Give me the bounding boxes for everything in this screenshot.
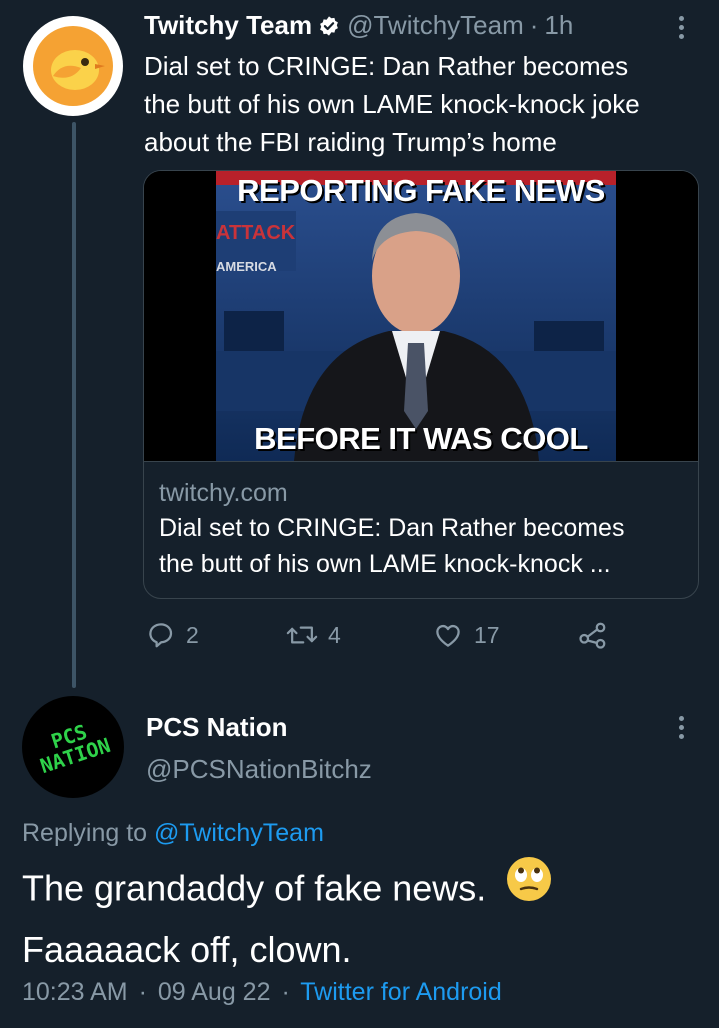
card-domain: twitchy.com: [159, 479, 288, 507]
image-side-text: ATTACK: [216, 222, 296, 244]
reply-text: The grandaddy of fake news. Faaaaack off…: [22, 857, 702, 978]
tweet-header: Twitchy Team @TwitchyTeam · 1h: [144, 10, 573, 41]
avatar-logo: PCS NATION: [32, 716, 113, 778]
card-meta: twitchy.com Dial set to CRINGE: Dan Rath…: [159, 476, 689, 582]
footer-separator: ·: [281, 978, 290, 1006]
author-name[interactable]: Twitchy Team: [144, 10, 312, 41]
retweet-count: 4: [328, 621, 341, 648]
retweet-icon: [286, 626, 318, 644]
thread-connector-line: [72, 122, 76, 688]
reply-author-name[interactable]: PCS Nation: [146, 712, 288, 743]
more-icon[interactable]: [679, 712, 684, 743]
footer-separator: ·: [138, 978, 147, 1006]
tweet-text-line: Dial set to CRINGE: Dan Rather becomes: [144, 51, 629, 81]
tweet-date[interactable]: 09 Aug 22: [158, 978, 271, 1006]
news-anchor-image: [144, 171, 698, 461]
card-divider: [144, 461, 698, 462]
image-side-text: AMERICA: [216, 259, 277, 274]
tweet-time[interactable]: 1h: [544, 10, 573, 41]
like-count: 17: [474, 621, 500, 648]
tweet-text-line: the butt of his own LAME knock-knock jok…: [144, 89, 640, 119]
reply-author-handle[interactable]: @PCSNationBitchz: [146, 754, 372, 785]
author-handle[interactable]: @TwitchyTeam: [347, 10, 524, 41]
tweet-text-line: about the FBI raiding Trump’s home: [144, 127, 557, 157]
header-separator: ·: [529, 10, 539, 40]
share-icon: [579, 622, 606, 649]
reply-icon: [149, 623, 173, 648]
image-caption-top: REPORTING FAKE NEWS: [237, 173, 605, 208]
tweet-source[interactable]: Twitter for Android: [300, 978, 501, 1006]
image-caption-bottom: BEFORE IT WAS COOL: [254, 421, 588, 456]
reply-text-line-2: Faaaaack off, clown.: [22, 929, 352, 970]
twitchy-bird-logo-icon: [25, 18, 121, 114]
retweet-button[interactable]: 4: [286, 620, 341, 650]
reply-button[interactable]: 2: [146, 620, 199, 650]
card-image: REPORTING FAKE NEWS ATTACK AMERICA BEFOR…: [144, 171, 698, 461]
replying-to: Replying to @TwitchyTeam: [22, 819, 324, 848]
twitchy-avatar[interactable]: [23, 16, 123, 116]
tweet-footer: 10:23 AM · 09 Aug 22 · Twitter for Andro…: [22, 978, 502, 1007]
replying-to-link[interactable]: @TwitchyTeam: [154, 819, 324, 847]
verified-badge-icon: [318, 15, 340, 37]
like-button[interactable]: 17: [432, 620, 500, 650]
like-icon: [436, 624, 460, 647]
reply-count: 2: [186, 621, 199, 648]
share-button[interactable]: [578, 620, 618, 650]
replying-prefix: Replying to: [22, 819, 148, 847]
pcs-nation-avatar[interactable]: PCS NATION: [22, 696, 124, 798]
tweet-text: Dial set to CRINGE: Dan Rather becomes t…: [144, 47, 704, 161]
more-icon[interactable]: [679, 12, 684, 43]
card-title-line: the butt of his own LAME knock-knock ...: [159, 550, 611, 578]
reply-text-line-1: The grandaddy of fake news.: [22, 867, 487, 909]
card-title-line: Dial set to CRINGE: Dan Rather becomes: [159, 514, 625, 542]
reply-text-line: The grandaddy of fake news.: [22, 857, 702, 922]
eye-roll-emoji-icon: [506, 856, 552, 918]
tweet-time[interactable]: 10:23 AM: [22, 978, 128, 1006]
link-card[interactable]: REPORTING FAKE NEWS ATTACK AMERICA BEFOR…: [143, 170, 699, 599]
